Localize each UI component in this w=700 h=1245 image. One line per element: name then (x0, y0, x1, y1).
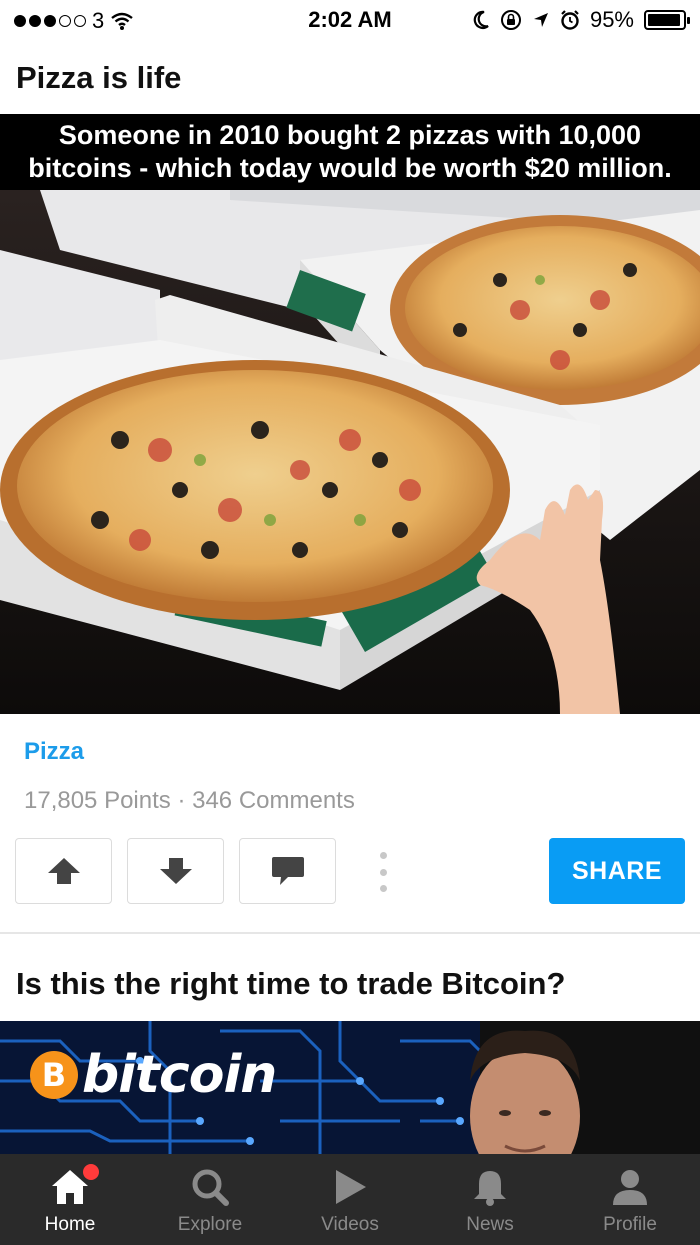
alarm-icon (561, 10, 579, 30)
share-button[interactable]: SHARE (549, 838, 685, 904)
section-link[interactable]: Pizza (24, 738, 84, 766)
pizza-photo (0, 190, 700, 714)
comment-icon (271, 857, 304, 885)
tab-videos[interactable]: Videos (280, 1154, 420, 1245)
search-icon (192, 1169, 229, 1206)
battery-fill (648, 14, 681, 26)
battery-percent: 95% (589, 7, 634, 32)
post-divider (0, 932, 700, 934)
more-dot-icon (379, 885, 387, 892)
person-icon (613, 1170, 647, 1205)
tab-bar: Home Explore Videos News Profile (0, 1154, 700, 1245)
downvote-button[interactable] (127, 838, 224, 904)
tab-home[interactable]: Home (0, 1154, 140, 1245)
tab-label: Videos (321, 1214, 379, 1235)
arrow-down-icon (159, 858, 192, 884)
more-options-button[interactable] (370, 852, 396, 892)
tab-label: News (466, 1214, 514, 1235)
location-icon (533, 13, 548, 27)
tab-label: Home (44, 1214, 96, 1235)
status-bar: 3 2:02 AM 95% (0, 0, 700, 40)
caption-line-1: Someone in 2010 bought 2 pizzas with 10,… (58, 120, 642, 150)
moon-icon (473, 10, 489, 29)
notification-badge (83, 1164, 99, 1180)
tab-label: Explore (177, 1214, 243, 1235)
status-right: 95% (472, 7, 690, 33)
next-post-image[interactable]: B bitcoin (0, 1021, 700, 1154)
tab-profile[interactable]: Profile (560, 1154, 700, 1245)
next-post-title[interactable]: Is this the right time to trade Bitcoin? (16, 966, 565, 1002)
image-caption: Someone in 2010 bought 2 pizzas with 10,… (0, 114, 700, 190)
post-image[interactable]: Someone in 2010 bought 2 pizzas with 10,… (0, 114, 700, 714)
tab-explore[interactable]: Explore (140, 1154, 280, 1245)
play-icon (336, 1170, 366, 1204)
bitcoin-coin-icon: B (30, 1051, 78, 1099)
more-dot-icon (379, 852, 387, 859)
arrow-up-icon (47, 858, 80, 884)
post-actions: SHARE (15, 838, 685, 904)
post-title[interactable]: Pizza is life (16, 60, 181, 96)
battery-icon (644, 10, 690, 30)
post-stats[interactable]: 17,805 Points · 346 Comments (24, 787, 355, 815)
tab-label: Profile (603, 1214, 657, 1235)
more-dot-icon (379, 868, 387, 876)
upvote-button[interactable] (15, 838, 112, 904)
tab-news[interactable]: News (420, 1154, 560, 1245)
caption-line-2: bitcoins - which today would be worth $2… (28, 153, 672, 183)
bell-icon (474, 1171, 506, 1206)
orientation-lock-icon (500, 10, 521, 30)
comment-button[interactable] (239, 838, 336, 904)
bitcoin-logo: B bitcoin (30, 1045, 277, 1105)
bitcoin-wordmark: bitcoin (82, 1045, 277, 1105)
